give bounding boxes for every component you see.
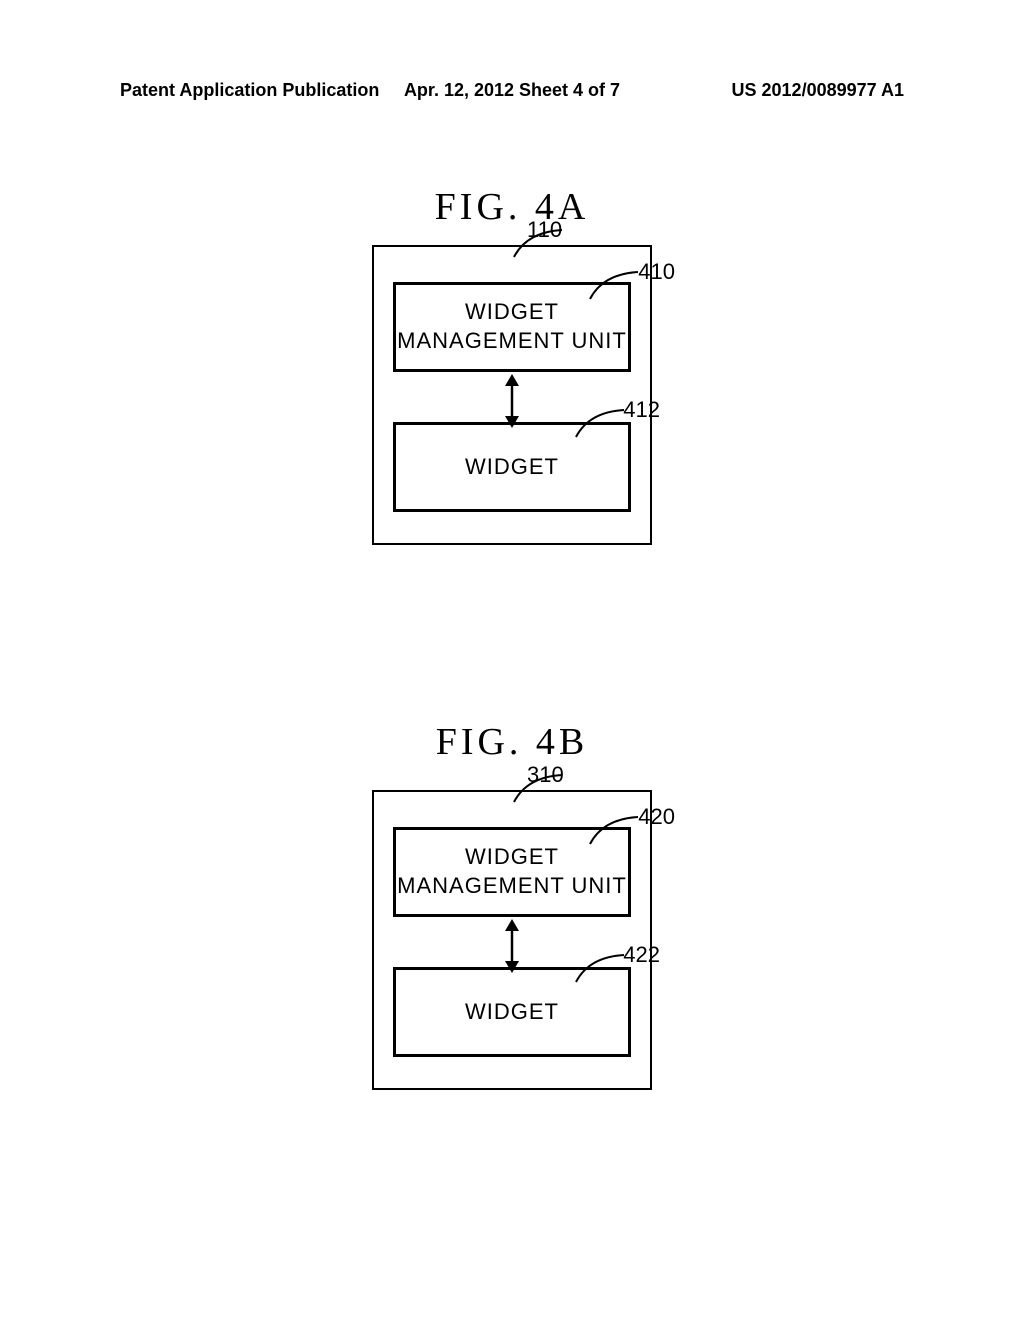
widget-management-unit-box: WIDGET MANAGEMENT UNIT (393, 282, 631, 372)
header-publication: Patent Application Publication (120, 80, 381, 101)
header-date-sheet: Apr. 12, 2012 Sheet 4 of 7 (381, 80, 642, 101)
widget-box: WIDGET (393, 422, 631, 512)
widget-box: WIDGET (393, 967, 631, 1057)
outer-container-box: 420 WIDGET MANAGEMENT UNIT 422 WIDGET (372, 790, 652, 1090)
widget-management-unit-box: WIDGET MANAGEMENT UNIT (393, 827, 631, 917)
widget-text: WIDGET (465, 453, 559, 482)
widget-mgmt-ref-label: 420 (638, 804, 675, 830)
figure-4b-title: FIG. 4B (0, 720, 1024, 764)
page-header: Patent Application Publication Apr. 12, … (0, 80, 1024, 101)
widget-mgmt-ref-label: 410 (638, 259, 675, 285)
widget-text: WIDGET (465, 998, 559, 1027)
widget-mgmt-line2: MANAGEMENT UNIT (397, 327, 627, 356)
bidirectional-arrow-icon (502, 374, 522, 428)
figure-4a-diagram: 110 410 WIDGET MANAGEMENT UNIT 412 WIDGE… (372, 245, 652, 545)
widget-ref-label: 412 (623, 397, 660, 423)
figure-4b-diagram: 310 420 WIDGET MANAGEMENT UNIT 422 WIDGE… (372, 790, 652, 1090)
widget-mgmt-line1: WIDGET (465, 298, 559, 327)
widget-mgmt-line2: MANAGEMENT UNIT (397, 872, 627, 901)
widget-mgmt-line1: WIDGET (465, 843, 559, 872)
bidirectional-arrow-icon (502, 919, 522, 973)
figure-4a-title: FIG. 4A (0, 185, 1024, 229)
outer-ref-label: 110 (527, 217, 562, 243)
outer-container-box: 410 WIDGET MANAGEMENT UNIT 412 WIDGET (372, 245, 652, 545)
widget-ref-label: 422 (623, 942, 660, 968)
header-patent-number: US 2012/0089977 A1 (643, 80, 904, 101)
outer-ref-label: 310 (527, 762, 564, 788)
